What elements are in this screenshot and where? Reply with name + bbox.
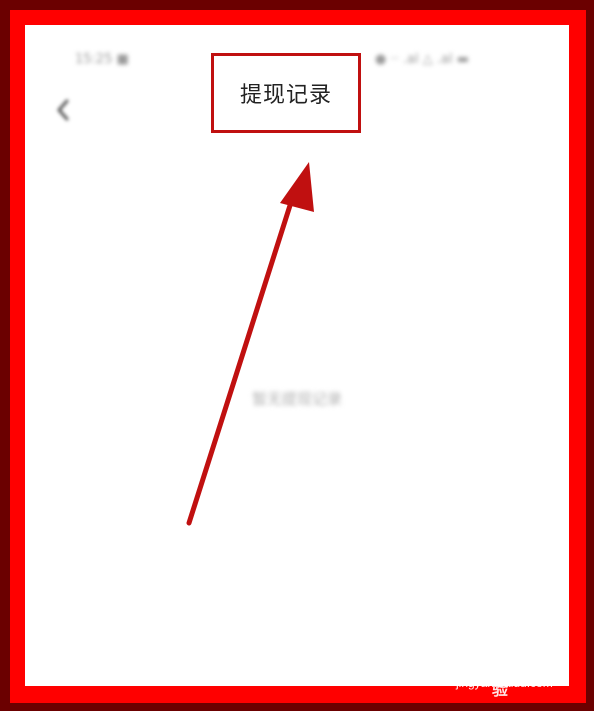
chevron-left-icon[interactable] (53, 95, 73, 125)
empty-state-text: 暂无提现记录 (251, 390, 342, 408)
baidu-watermark: Bai●u 经验 jingyan.baidu.com (448, 650, 568, 699)
status-icons: ● ·‧ .al △ .al ▬ (375, 52, 469, 67)
status-time: 15:25 ■ (75, 52, 129, 67)
watermark-url: jingyan.baidu.com (456, 676, 553, 690)
page-title[interactable]: 提现记录 (240, 77, 332, 109)
highlight-box: 提现记录 (211, 53, 361, 133)
paw-icon (457, 651, 483, 673)
